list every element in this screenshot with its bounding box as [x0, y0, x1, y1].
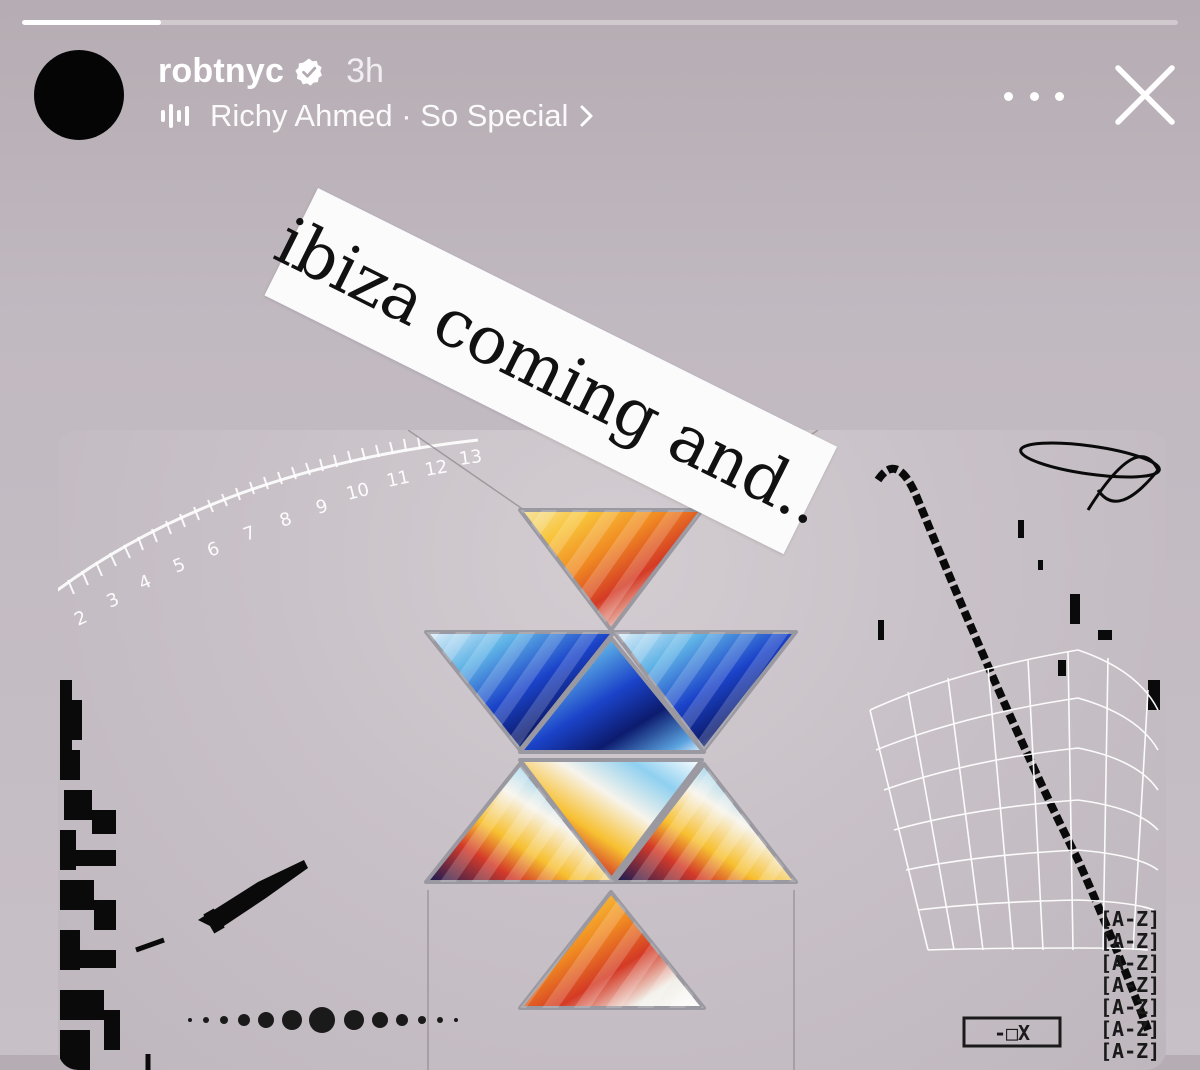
- artwork-tag-label: [A-Z]: [1100, 1039, 1160, 1063]
- audio-bars-icon: [161, 104, 189, 128]
- artwork-window-controls: -□X: [994, 1021, 1030, 1045]
- story-header: robtnyc 3h Richy Ahmed · So Special: [0, 0, 1200, 160]
- ruler-number: 10: [344, 479, 371, 505]
- ruler-number: 4: [136, 571, 155, 595]
- ruler-number: 2: [71, 607, 90, 631]
- ruler-number: 12: [423, 456, 449, 481]
- story-media-artwork[interactable]: 2 3 4 5 6 7 8 9 10 11 12 13 [A-Z] [A-Z] …: [58, 430, 1166, 1070]
- artwork-tag-label: [A-Z]: [1100, 1017, 1160, 1041]
- avatar[interactable]: [34, 50, 124, 140]
- more-horizontal-icon: [1004, 91, 1013, 101]
- artwork-tag-label: [A-Z]: [1100, 995, 1160, 1019]
- artwork-tag-label: [A-Z]: [1100, 973, 1160, 997]
- ruler-number: 5: [170, 554, 188, 578]
- ruler-number: 6: [204, 538, 222, 562]
- username[interactable]: robtnyc: [158, 52, 284, 91]
- more-options-button[interactable]: [1004, 78, 1064, 114]
- artwork-graphic: 2 3 4 5 6 7 8 9 10 11 12 13 [A-Z] [A-Z] …: [58, 430, 1161, 1070]
- ruler-number: 7: [241, 522, 259, 546]
- artwork-tag-label: [A-Z]: [1100, 929, 1160, 953]
- artwork-tag-label: [A-Z]: [1100, 951, 1160, 975]
- post-time: 3h: [346, 52, 384, 90]
- ruler-number: 3: [103, 589, 122, 613]
- ruler-number: 8: [277, 508, 294, 532]
- close-icon[interactable]: [1112, 62, 1178, 128]
- ruler-number: 9: [314, 495, 331, 518]
- ruler-number: 11: [385, 467, 412, 492]
- music-track[interactable]: Richy Ahmed · So Special: [210, 98, 568, 134]
- artwork-tag-label: [A-Z]: [1100, 907, 1160, 931]
- chevron-right-icon: [580, 105, 593, 127]
- user-info: robtnyc 3h: [158, 52, 384, 91]
- verified-badge-icon: [295, 58, 323, 86]
- music-attribution[interactable]: Richy Ahmed · So Special: [160, 98, 596, 134]
